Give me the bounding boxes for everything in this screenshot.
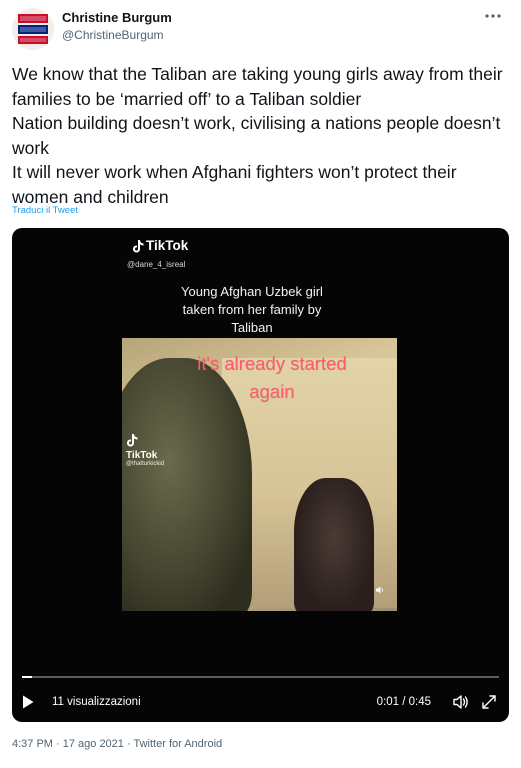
tiktok-watermark-mid: TikTok @thatturkickid <box>126 433 164 467</box>
play-icon[interactable] <box>22 694 38 710</box>
tweet-meta[interactable]: 4:37 PM · 17 ago 2021 · Twitter for Andr… <box>12 738 222 750</box>
tiktok-icon <box>133 239 144 252</box>
tiktok-watermark-top: TikTok <box>132 238 188 253</box>
tweet-line-3: It will never work when Afghani fighters… <box>12 162 457 207</box>
avatar-logo-image <box>12 8 54 50</box>
video-progress-fill <box>22 676 32 678</box>
video-overlay-text: it's already started again <box>197 353 347 402</box>
tiktok-username-top: @dane_4_isreal <box>127 260 186 269</box>
more-icon[interactable] <box>481 6 505 26</box>
tweet-line-2: Nation building doesn’t work, civilising… <box>12 113 501 158</box>
video-player[interactable]: TikTok @dane_4_isreal Young Afghan Uzbek… <box>12 228 509 722</box>
tweet-text: We know that the Taliban are taking youn… <box>12 62 512 209</box>
frame-volume-icon <box>375 585 385 597</box>
avatar[interactable] <box>12 8 54 50</box>
tiktok-icon <box>127 434 138 447</box>
author-handle[interactable]: @ChristineBurgum <box>62 28 164 42</box>
volume-icon[interactable] <box>451 692 471 712</box>
tiktok-username-mid: @thatturkickid <box>126 461 165 467</box>
video-time: 0:01 / 0:45 <box>376 696 431 708</box>
translate-link[interactable]: Traduci il Tweet <box>12 205 78 216</box>
tiktok-label: TikTok <box>146 238 189 253</box>
video-progress-bar[interactable] <box>22 676 499 678</box>
fullscreen-icon[interactable] <box>479 692 499 712</box>
video-frame: it's already started again TikTok @thatt… <box>122 338 397 611</box>
video-controls: 11 visualizzazioni 0:01 / 0:45 <box>22 690 499 714</box>
author-name[interactable]: Christine Burgum <box>62 10 172 25</box>
tweet-line-1: We know that the Taliban are taking youn… <box>12 64 503 109</box>
video-caption: Young Afghan Uzbek girl taken from her f… <box>181 284 323 335</box>
view-count: 11 visualizzazioni <box>52 696 141 708</box>
frame-figure-right <box>294 478 374 611</box>
tiktok-label-mid: TikTok <box>126 450 158 461</box>
